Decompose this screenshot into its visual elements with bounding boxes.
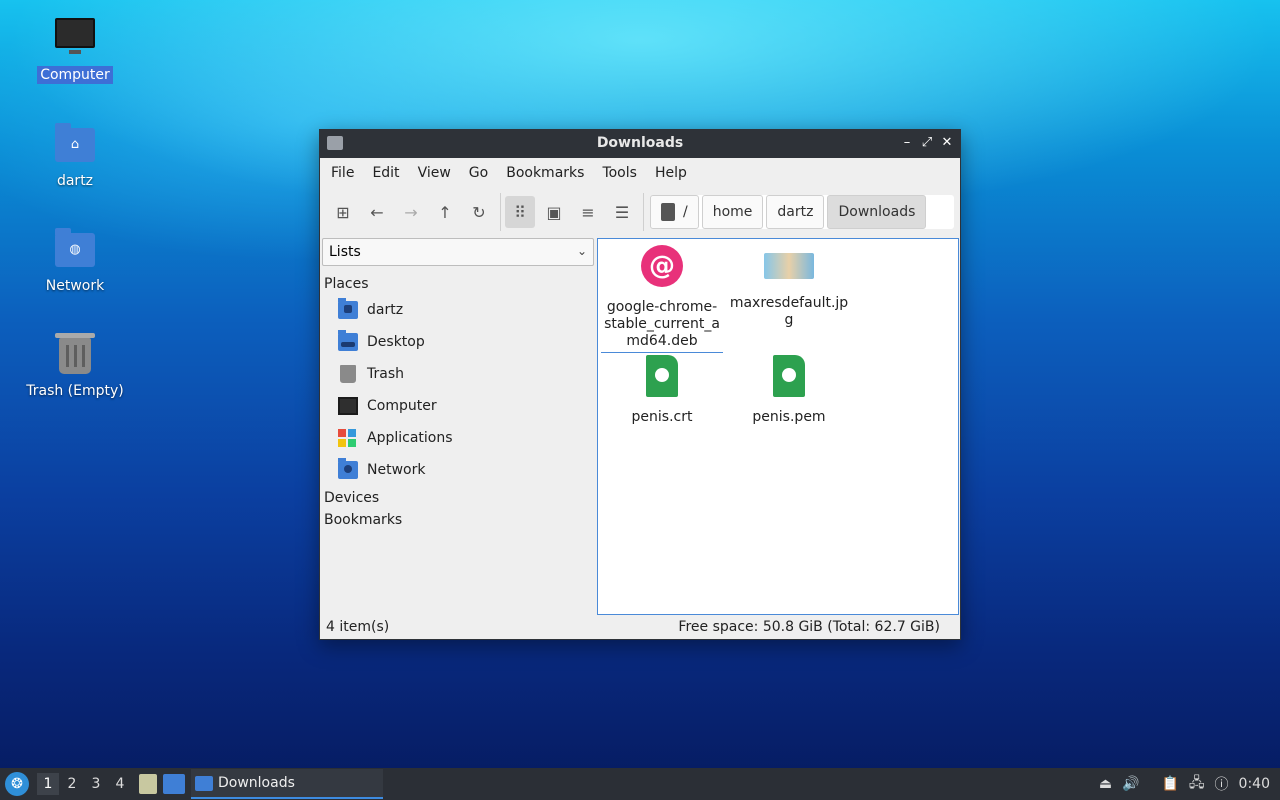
debian-package-icon: @ bbox=[641, 245, 683, 287]
side-pane-mode-select[interactable]: Lists ⌄ bbox=[322, 238, 594, 266]
menu-bookmarks[interactable]: Bookmarks bbox=[497, 165, 593, 181]
file-name: penis.pem bbox=[752, 409, 826, 425]
notification-icon[interactable]: ⓘ bbox=[1215, 774, 1229, 794]
status-bar: 4 item(s) Free space: 50.8 GiB (Total: 6… bbox=[320, 615, 960, 639]
computer-icon bbox=[53, 16, 97, 60]
clipboard-icon[interactable]: 📋 bbox=[1161, 776, 1178, 792]
file-view[interactable]: @ google-chrome- stable_current_a md64.d… bbox=[597, 238, 959, 615]
minimize-icon[interactable]: – bbox=[898, 134, 916, 152]
window-titlebar[interactable]: Downloads – ⤢ ✕ bbox=[320, 130, 960, 158]
home-folder-icon: ⌂ bbox=[53, 122, 97, 166]
chevron-down-icon: ⌄ bbox=[576, 244, 587, 258]
places-heading[interactable]: Places bbox=[324, 276, 594, 292]
start-menu-icon[interactable]: ❂ bbox=[5, 772, 29, 796]
new-tab-icon[interactable]: ⊞ bbox=[328, 196, 358, 228]
menu-go[interactable]: Go bbox=[460, 165, 497, 181]
workspace-1[interactable]: 1 bbox=[37, 773, 59, 795]
home-folder-icon bbox=[338, 298, 358, 319]
show-desktop-icon[interactable] bbox=[163, 774, 185, 794]
network-folder-icon bbox=[338, 458, 358, 479]
desktop-icon-label: Network bbox=[45, 278, 105, 294]
desktop-icon-dartz[interactable]: ⌂ dartz bbox=[20, 122, 130, 190]
desktop-folder-icon bbox=[338, 330, 358, 351]
sidebar-item-applications[interactable]: Applications bbox=[322, 422, 594, 454]
breadcrumb-dartz[interactable]: dartz bbox=[766, 195, 825, 229]
devices-heading[interactable]: Devices bbox=[324, 490, 594, 506]
breadcrumb-downloads[interactable]: Downloads bbox=[827, 195, 927, 229]
folder-icon bbox=[195, 775, 213, 791]
breadcrumb-root[interactable]: / bbox=[650, 195, 699, 229]
certificate-icon bbox=[773, 355, 805, 397]
file-item[interactable]: penis.crt bbox=[601, 355, 723, 426]
menu-tools[interactable]: Tools bbox=[593, 165, 646, 181]
file-name: penis.crt bbox=[631, 409, 693, 425]
free-space: Free space: 50.8 GiB (Total: 62.7 GiB) bbox=[678, 619, 940, 635]
workspace-4[interactable]: 4 bbox=[109, 773, 131, 795]
file-item[interactable]: @ google-chrome- stable_current_a md64.d… bbox=[601, 245, 723, 353]
workspace-2[interactable]: 2 bbox=[61, 773, 83, 795]
sidebar-item-trash[interactable]: Trash bbox=[322, 358, 594, 390]
maximize-icon[interactable]: ⤢ bbox=[918, 134, 936, 152]
network-status-icon[interactable]: 🖧 bbox=[1189, 772, 1205, 796]
file-name: maxresdefault.jp g bbox=[729, 295, 849, 328]
trash-icon bbox=[53, 332, 97, 376]
drive-icon bbox=[661, 203, 675, 221]
toolbar: ⊞ ← → ↑ ↻ ⠿ ▣ ≡ ☰ / home dartz Downloads bbox=[320, 188, 960, 236]
thumbnail-view-icon[interactable]: ▣ bbox=[539, 196, 569, 228]
close-icon[interactable]: ✕ bbox=[938, 134, 956, 152]
network-folder-icon: ◍ bbox=[53, 227, 97, 271]
breadcrumb: / home dartz Downloads bbox=[650, 195, 954, 229]
forward-arrow-icon[interactable]: → bbox=[396, 196, 426, 228]
detailed-list-view-icon[interactable]: ☰ bbox=[607, 196, 637, 228]
workspace-3[interactable]: 3 bbox=[85, 773, 107, 795]
sidebar-item-network[interactable]: Network bbox=[322, 454, 594, 486]
bookmarks-heading[interactable]: Bookmarks bbox=[324, 512, 594, 528]
file-manager-launcher-icon[interactable] bbox=[139, 774, 157, 794]
desktop-icon-label: Computer bbox=[37, 66, 113, 84]
file-item[interactable]: maxresdefault.jp g bbox=[728, 245, 850, 329]
menu-edit[interactable]: Edit bbox=[363, 165, 408, 181]
applications-icon bbox=[338, 429, 358, 447]
clock[interactable]: 0:40 bbox=[1239, 776, 1270, 792]
desktop-icon-label: dartz bbox=[56, 173, 94, 189]
sidebar-item-desktop[interactable]: Desktop bbox=[322, 326, 594, 358]
toolbar-separator bbox=[500, 193, 501, 231]
compact-view-icon[interactable]: ≡ bbox=[573, 196, 603, 228]
menu-view[interactable]: View bbox=[409, 165, 460, 181]
toolbar-separator bbox=[643, 193, 644, 231]
file-name: google-chrome- stable_current_a md64.deb bbox=[601, 299, 723, 353]
computer-icon bbox=[338, 397, 358, 415]
sidebar-item-computer[interactable]: Computer bbox=[322, 390, 594, 422]
file-item[interactable]: penis.pem bbox=[728, 355, 850, 426]
reload-icon[interactable]: ↻ bbox=[464, 196, 494, 228]
taskbar: ❂ 1 2 3 4 Downloads ⏏ 🔊 📋 🖧 ⓘ 0:40 bbox=[0, 768, 1280, 800]
system-tray: ⏏ 🔊 📋 🖧 ⓘ 0:40 bbox=[1099, 768, 1280, 800]
icon-view-icon[interactable]: ⠿ bbox=[505, 196, 535, 228]
desktop-icon-network[interactable]: ◍ Network bbox=[20, 227, 130, 295]
desktop-icon-label: Trash (Empty) bbox=[26, 383, 124, 399]
menu-bar: File Edit View Go Bookmarks Tools Help bbox=[320, 158, 960, 188]
up-arrow-icon[interactable]: ↑ bbox=[430, 196, 460, 228]
certificate-icon bbox=[646, 355, 678, 397]
desktop-icon-computer[interactable]: Computer bbox=[20, 16, 130, 84]
menu-help[interactable]: Help bbox=[646, 165, 696, 181]
window-title: Downloads bbox=[596, 135, 684, 151]
volume-icon[interactable]: 🔊 bbox=[1122, 776, 1139, 792]
trash-icon bbox=[340, 365, 356, 383]
side-pane: Lists ⌄ Places dartz Desktop Trash Compu… bbox=[322, 238, 594, 616]
file-manager-window: Downloads – ⤢ ✕ File Edit View Go Bookma… bbox=[319, 129, 961, 640]
image-thumbnail-icon bbox=[764, 253, 814, 279]
sidebar-item-dartz[interactable]: dartz bbox=[322, 294, 594, 326]
breadcrumb-home[interactable]: home bbox=[701, 195, 764, 229]
eject-icon[interactable]: ⏏ bbox=[1099, 776, 1112, 792]
item-count: 4 item(s) bbox=[326, 619, 390, 635]
desktop-icon-trash[interactable]: Trash (Empty) bbox=[20, 332, 130, 400]
menu-file[interactable]: File bbox=[322, 165, 363, 181]
back-arrow-icon[interactable]: ← bbox=[362, 196, 392, 228]
task-downloads[interactable]: Downloads bbox=[191, 769, 383, 799]
